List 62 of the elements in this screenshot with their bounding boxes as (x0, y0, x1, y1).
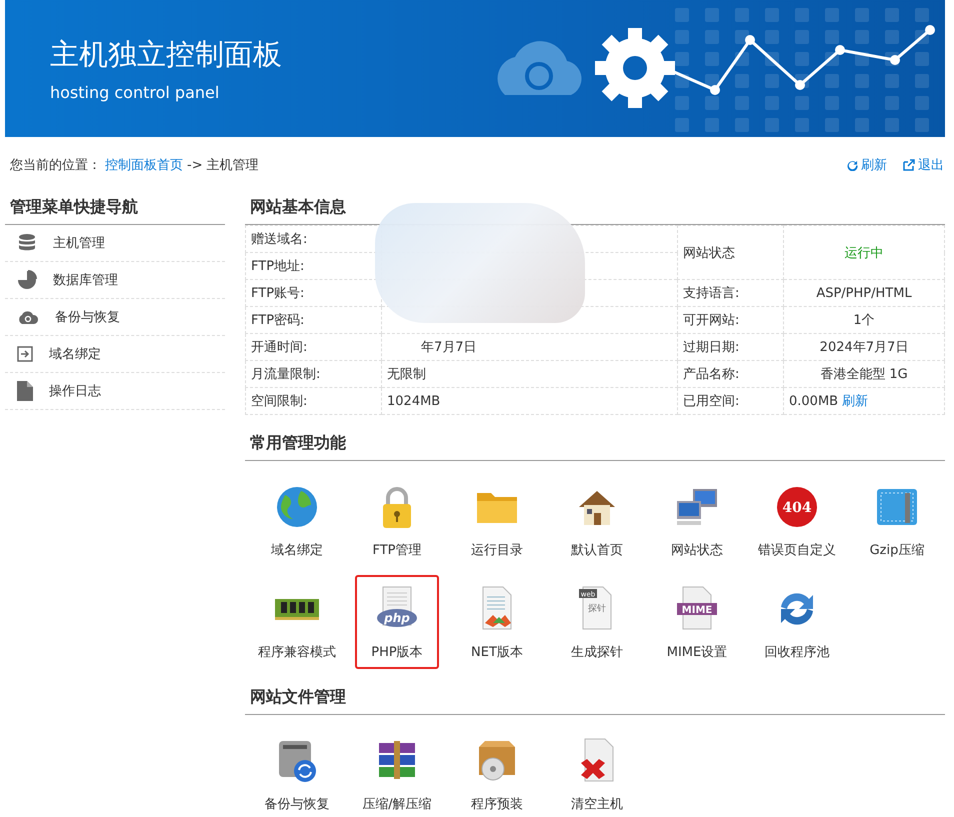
current-page: 主机管理 (206, 157, 259, 174)
field-label: 开通时间: (251, 340, 308, 355)
database-icon (17, 233, 37, 253)
function-tile[interactable]: 域名绑定 (255, 473, 339, 567)
logout-link[interactable]: 退出 (903, 156, 944, 174)
pie-chart-icon (17, 270, 37, 290)
function-tile[interactable]: 网站状态 (655, 473, 739, 567)
field-value: 无限制 (387, 367, 426, 382)
field-label: 已用空间: (683, 394, 740, 409)
sidebar-item[interactable]: 备份与恢复 (5, 299, 225, 336)
function-tile[interactable]: 默认首页 (555, 473, 639, 567)
function-tile[interactable]: MIME MIME设置 (655, 575, 739, 669)
document-icon (17, 381, 33, 401)
home-link[interactable]: 控制面板首页 (105, 156, 183, 174)
field-label: 可开网站: (683, 313, 740, 328)
function-tile[interactable]: php PHP版本 (355, 575, 439, 669)
function-tile[interactable]: 备份与恢复 (255, 727, 339, 817)
location-label: 您当前的位置： (10, 157, 101, 174)
refresh-link[interactable]: 刷新 (842, 392, 868, 410)
sidebar-title: 管理菜单快捷导航 (5, 193, 225, 225)
function-tile[interactable]: 运行目录 (455, 473, 539, 567)
function-tile[interactable]: 清空主机 (555, 727, 639, 817)
sidebar-item[interactable]: 操作日志 (5, 373, 225, 410)
refresh-link[interactable]: 刷新 (847, 156, 887, 174)
enter-icon (17, 346, 33, 362)
breadcrumb-separator: -> (187, 158, 203, 172)
field-value: 1个 (853, 313, 875, 328)
field-label: 空间限制: (251, 394, 308, 409)
function-tile[interactable]: 程序预装 (455, 727, 539, 817)
function-tile[interactable]: NET版本 (455, 575, 539, 669)
sidebar-item[interactable]: 主机管理 (5, 225, 225, 262)
field-label: 月流量限制: (251, 367, 320, 382)
field-value: 香港全能型 1G (820, 367, 908, 382)
field-label: 赠送域名: (251, 232, 308, 247)
function-tile[interactable]: FTP管理 (355, 473, 439, 567)
sidebar-item[interactable]: 域名绑定 (5, 336, 225, 373)
function-tile[interactable]: Gzip压缩 (855, 473, 939, 567)
field-value: 0.00MB (789, 394, 838, 409)
function-tile[interactable]: 回收程序池 (755, 575, 839, 669)
field-value: 2024年7月7日 (820, 340, 908, 355)
function-tile[interactable]: 程序兼容模式 (255, 575, 339, 669)
external-link-icon (903, 159, 915, 171)
sidebar-item[interactable]: 数据库管理 (5, 262, 225, 299)
section-title: 网站文件管理 (245, 683, 945, 715)
field-value: 年7月7日 (420, 340, 477, 355)
function-tile[interactable]: 压缩/解压缩 (355, 727, 439, 817)
field-label: FTP账号: (251, 286, 304, 301)
field-value: ASP/PHP/HTML (816, 286, 912, 300)
field-label: FTP地址: (251, 259, 304, 274)
function-tile[interactable]: 404 错误页自定义 (755, 473, 839, 567)
field-label: 支持语言: (683, 286, 740, 301)
field-value: 1024MB (387, 394, 440, 408)
field-label: 产品名称: (683, 367, 740, 382)
panel-subtitle: hosting control panel (50, 83, 220, 102)
panel-title: 主机独立控制面板 (50, 36, 282, 73)
status-value: 运行中 (844, 246, 884, 260)
cloud-icon (17, 309, 39, 325)
section-title: 常用管理功能 (245, 429, 945, 461)
field-label: FTP密码: (251, 313, 304, 328)
field-label: 网站状态 (683, 246, 735, 260)
field-label: 过期日期: (683, 340, 740, 355)
refresh-icon (847, 160, 858, 170)
